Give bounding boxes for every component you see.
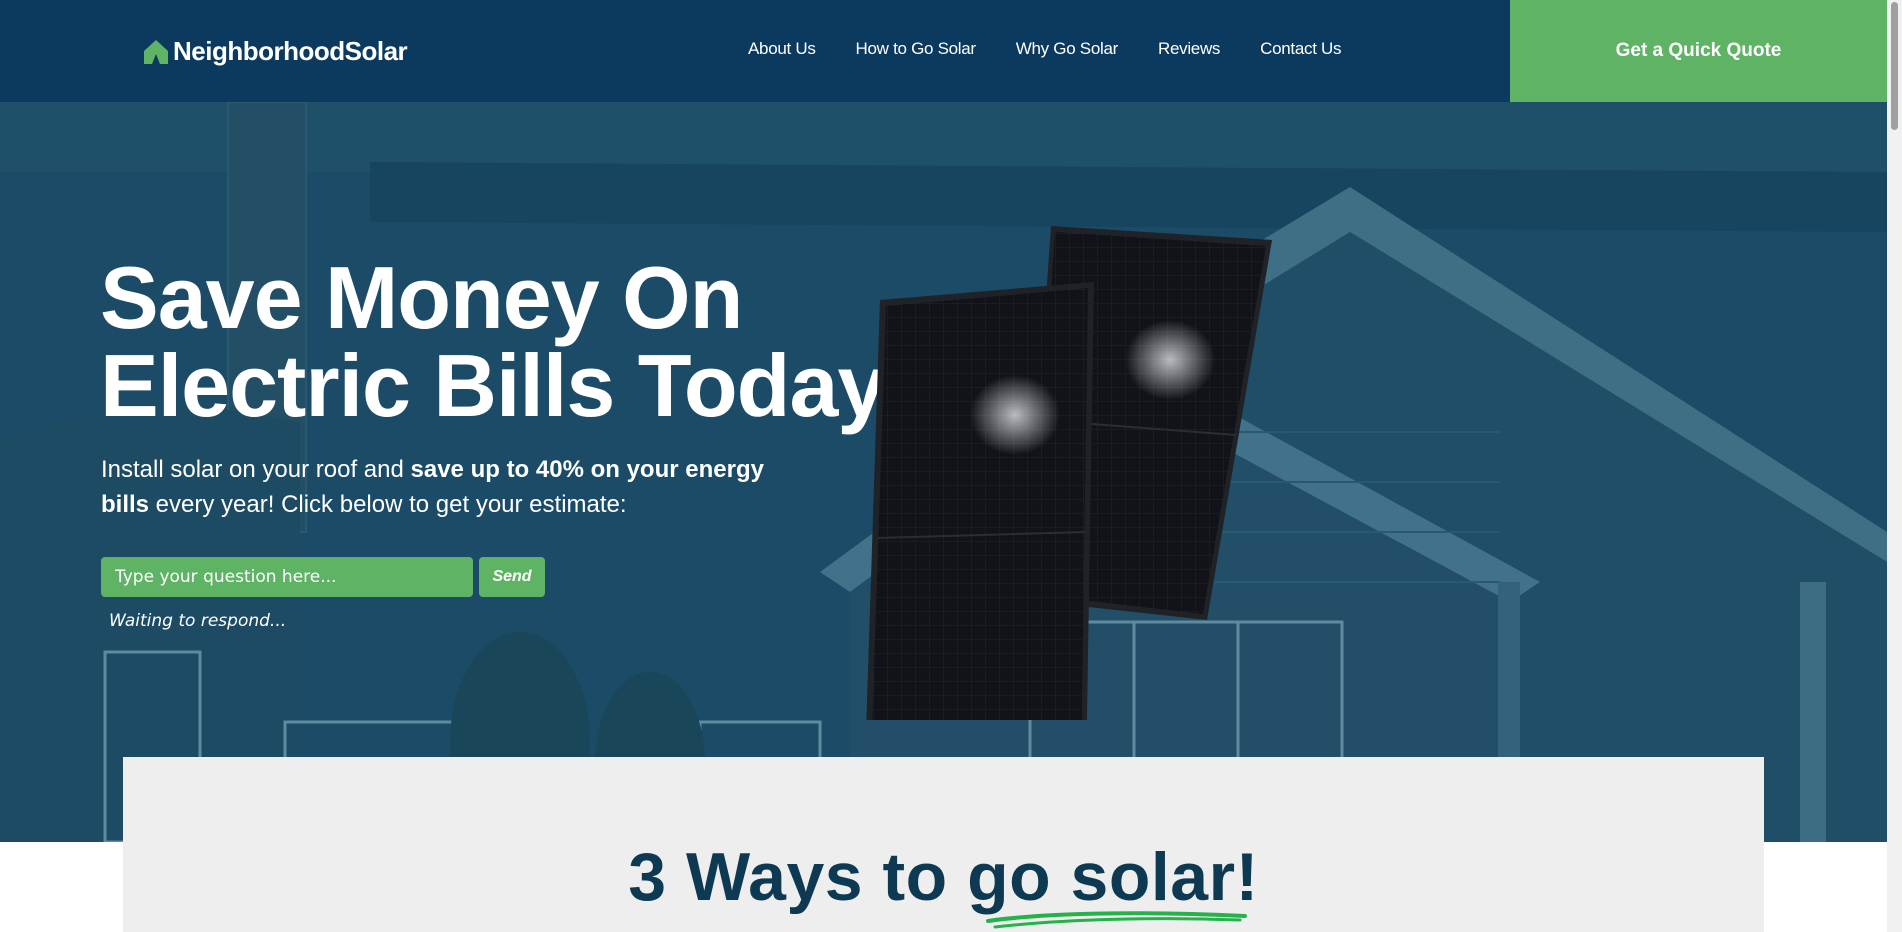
- house-icon: [144, 39, 168, 64]
- logo-text: NeighborhoodSolar: [173, 36, 408, 66]
- hero-title-line-1: Save Money On: [100, 248, 743, 347]
- subtitle-text-2: every year! Click below to get your esti…: [149, 491, 627, 518]
- ways-section-card: 3 Ways to go solar!: [123, 757, 1764, 932]
- main-nav: About Us How to Go Solar Why Go Solar Re…: [748, 39, 1381, 59]
- nav-how-to-go-solar[interactable]: How to Go Solar: [856, 39, 977, 59]
- question-input[interactable]: [101, 557, 473, 597]
- nav-about-us[interactable]: About Us: [748, 39, 816, 59]
- site-logo[interactable]: NeighborhoodSolar: [142, 36, 408, 67]
- hero-title: Save Money On Electric Bills Today: [100, 248, 886, 435]
- section-title-part-1: 3 Ways to: [628, 839, 968, 915]
- nav-contact-us[interactable]: Contact Us: [1260, 39, 1341, 59]
- nav-why-go-solar[interactable]: Why Go Solar: [1016, 39, 1119, 59]
- title-underline-decoration: [986, 911, 1247, 929]
- subtitle-text-1: Install solar on your roof and: [101, 456, 411, 483]
- subtitle-bold-1: save up to 40% on your energy: [410, 456, 764, 483]
- hero-title-line-2: Electric Bills Today: [100, 336, 886, 435]
- site-header: NeighborhoodSolar About Us How to Go Sol…: [0, 0, 1887, 102]
- solar-panels-image: [866, 226, 1272, 720]
- section-title-part-2: go solar!: [967, 839, 1259, 915]
- scrollbar-thumb[interactable]: [1891, 2, 1898, 130]
- page-scrollbar[interactable]: [1887, 0, 1902, 932]
- send-button[interactable]: Send: [479, 557, 545, 597]
- chat-status-text: Waiting to respond...: [109, 611, 287, 631]
- hero-subtitle: Install solar on your roof and save up t…: [101, 452, 801, 522]
- hero-section: Save Money On Electric Bills Today Insta…: [0, 102, 1887, 842]
- section-title: 3 Ways to go solar!: [123, 843, 1764, 911]
- nav-reviews[interactable]: Reviews: [1158, 39, 1220, 59]
- get-quote-button[interactable]: Get a Quick Quote: [1510, 0, 1887, 102]
- subtitle-bold-2: bills: [101, 491, 150, 518]
